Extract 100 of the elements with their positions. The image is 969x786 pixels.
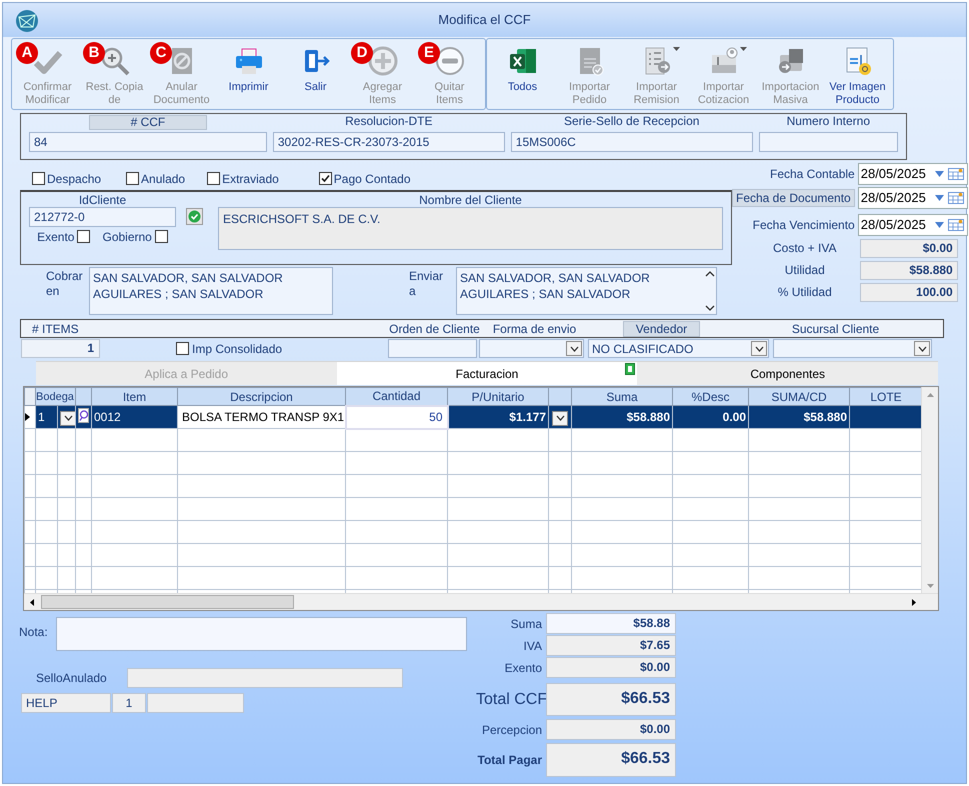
checkbox[interactable] (176, 342, 189, 355)
verify-button[interactable] (186, 208, 203, 225)
field-label: Nombre del Cliente (419, 192, 522, 207)
tab-status-icon (625, 363, 636, 375)
dropdown-arrow-icon (740, 47, 747, 51)
text-field[interactable]: 30202-RES-CR-23073-2015 (272, 132, 505, 152)
total-label: Exento (504, 660, 543, 677)
read-only-field: $0.00 (860, 238, 958, 258)
text-field[interactable]: 15MS006C (510, 132, 753, 152)
field-label: Vendedor (623, 321, 700, 337)
checkbox-label: Anulado (141, 170, 186, 188)
total-label: Total CCF (476, 690, 546, 710)
scrollbar-thumb[interactable] (41, 595, 294, 609)
chevron-down-icon (918, 346, 926, 352)
item-count-field: 1 (21, 339, 100, 358)
order-field[interactable] (388, 339, 477, 358)
field-label: Serie-Sello de Recepcion (564, 115, 700, 130)
field-label: # ITEMS (31, 321, 80, 338)
table-cell: $58.880 (572, 406, 672, 428)
total-field: $58.88 (546, 613, 676, 634)
chevron-down-icon (64, 415, 72, 421)
address-field[interactable]: SAN SALVADOR, SAN SALVADOR AGUILARES ; SAN SALVADOR (89, 267, 333, 315)
tab[interactable]: Componentes (637, 361, 938, 385)
table-cell[interactable]: 50 (346, 406, 448, 428)
field-label: IdCliente (78, 192, 126, 207)
row-indicator-icon (25, 413, 30, 421)
field-label: a (409, 284, 417, 299)
dropdown-button[interactable] (914, 341, 930, 356)
column-header: Cantidad (346, 388, 448, 406)
checkbox[interactable] (318, 172, 332, 186)
field-label: Numero Interno (786, 115, 870, 130)
dropdown-button[interactable] (751, 341, 767, 356)
dropdown-arrow-icon (934, 195, 944, 201)
date-field[interactable]: 28/05/2025 (858, 163, 968, 185)
dropdown-arrow-icon (934, 222, 944, 228)
status-cell: 1 (112, 693, 146, 713)
tab[interactable]: Facturacion (336, 361, 638, 385)
table-cell: 0012 (92, 406, 178, 428)
checkbox-label: Extraviado (222, 170, 279, 188)
checkbox[interactable] (126, 172, 140, 186)
minus-circle-icon (434, 45, 466, 77)
read-only-field: $58.880 (860, 260, 958, 280)
table-row[interactable]: 1 0012 BOLSA TERMO TRANSP 9X1 50 $1.177 $58.880 0.00 $58.880 (24, 406, 922, 428)
column-header: %Desc (672, 388, 748, 406)
text-field[interactable]: 84 (29, 132, 267, 152)
client-id-field[interactable]: 212772-0 (29, 206, 176, 227)
field-label: Fecha de Documento (732, 189, 855, 207)
field-label: Sucursal Cliente (790, 321, 880, 338)
total-field: $0.00 (546, 719, 676, 740)
date-field[interactable]: 28/05/2025 (858, 214, 968, 236)
dropdown-arrow-icon (673, 47, 680, 51)
address-field[interactable]: SAN SALVADOR, SAN SALVADOR AGUILARES ; SAN SALVADOR (456, 267, 717, 315)
dropdown-button[interactable] (552, 410, 568, 426)
total-field: $66.53 (546, 743, 676, 777)
field-label: Forma de envio (492, 321, 578, 338)
checkbox-label: Gobierno (102, 228, 152, 246)
total-label: Suma (510, 616, 543, 633)
checkbox[interactable] (77, 230, 90, 244)
toolbar-button[interactable]: Todos (489, 45, 556, 107)
field-label: Orden de Cliente (389, 321, 480, 338)
column-header: Bodega (36, 388, 76, 406)
column-header: Suma (572, 388, 672, 406)
table-cell: BOLSA TERMO TRANSP 9X1 (178, 406, 346, 428)
lookup-button[interactable] (78, 408, 89, 423)
text-field[interactable] (127, 668, 403, 688)
checkbox[interactable] (154, 230, 168, 244)
vertical-scrollbar[interactable] (921, 387, 938, 594)
field-label: Fecha Contable (770, 166, 855, 183)
toolbar-button[interactable]: Salir (282, 45, 349, 107)
field-label: % Utilidad (776, 284, 833, 301)
client-name-field[interactable]: ESCRICHSOFT S.A. DE C.V. (218, 206, 723, 250)
column-header: P/Unitario (448, 388, 548, 406)
table-cell: $58.880 (748, 406, 850, 428)
table-cell: $1.177 (448, 406, 548, 428)
note-field[interactable] (56, 617, 467, 651)
toolbar-button[interactable]: Ver Imagen Producto (824, 45, 891, 107)
date-field[interactable]: 28/05/2025 (858, 187, 968, 209)
checkbox-label: Exento (37, 228, 74, 246)
column-header: LOTE (850, 388, 922, 406)
annotation-badge: C (150, 42, 172, 64)
column-header: SUMA/CD (748, 388, 850, 406)
field-label: Costo + IVA (772, 240, 838, 257)
seller-dropdown[interactable]: NO CLASIFICADO (588, 339, 769, 358)
field-label: Fecha Vencimiento (752, 217, 855, 234)
checkbox-label: Pago Contado (334, 170, 411, 188)
dropdown-button[interactable] (60, 410, 74, 426)
total-field: $0.00 (546, 657, 676, 678)
chevron-down-icon (556, 415, 564, 421)
checkbox[interactable] (32, 172, 45, 186)
field-label: # CCF (88, 115, 207, 130)
checkbox[interactable] (207, 172, 220, 186)
table-cell: 0.00 (672, 406, 748, 428)
read-only-field: 100.00 (860, 282, 958, 302)
total-field: $7.65 (546, 635, 676, 656)
toolbar-button[interactable]: Imprimir (215, 45, 282, 107)
column-header: Descripcion (178, 388, 346, 406)
field-label: en (46, 284, 60, 299)
horizontal-scrollbar[interactable] (24, 593, 938, 610)
dropdown-button[interactable] (566, 341, 582, 356)
text-field[interactable] (758, 132, 898, 152)
